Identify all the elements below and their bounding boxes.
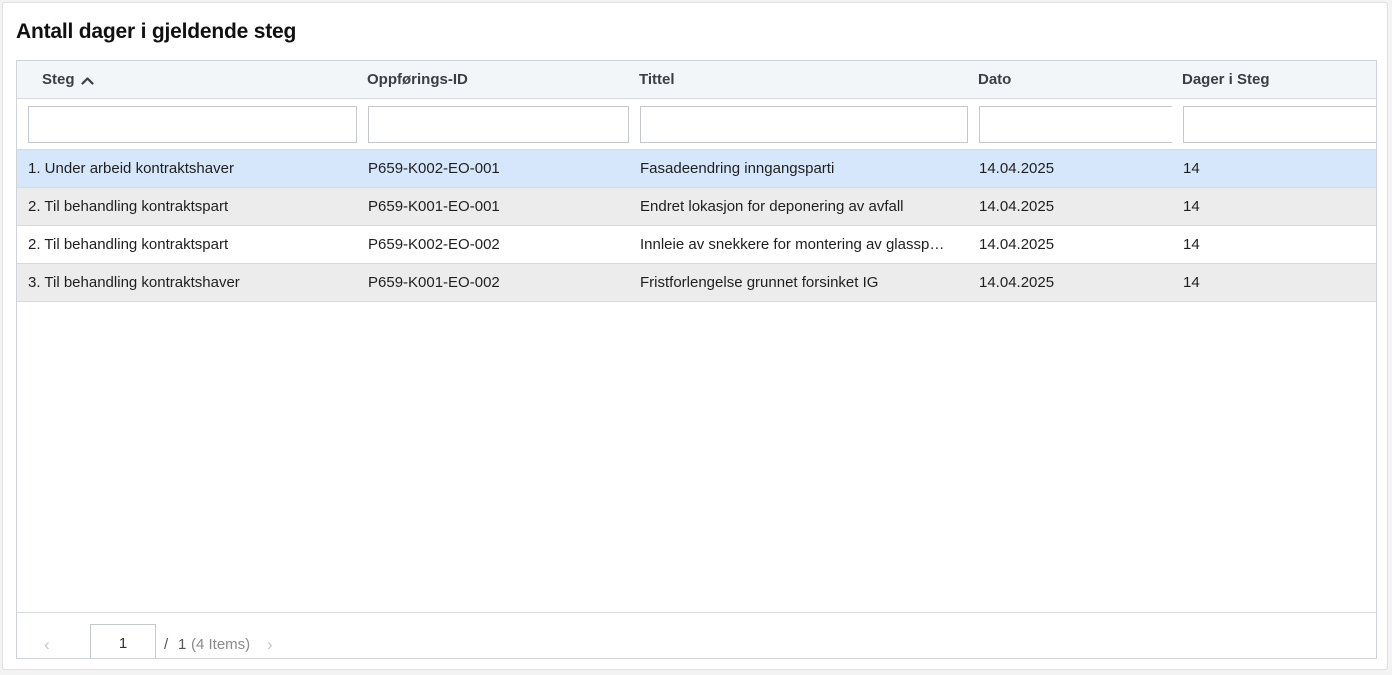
column-header-label: Steg xyxy=(42,71,75,88)
cell-oppforings-id: P659-K002-EO-002 xyxy=(368,236,500,253)
table-row[interactable]: 1. Under arbeid kontraktshaver P659-K002… xyxy=(17,150,1376,188)
column-header-steg[interactable]: Steg xyxy=(42,61,94,98)
total-pages: 1 xyxy=(178,636,187,653)
filter-input-tittel[interactable] xyxy=(640,106,968,143)
column-header-oppforings-id[interactable]: Oppførings-ID xyxy=(367,61,468,98)
cell-dato: 14.04.2025 xyxy=(979,236,1055,253)
page-number-input[interactable] xyxy=(90,624,156,658)
pagination: ‹ / 1 (4 Items) › xyxy=(17,612,1376,658)
cell-tittel: Innleie av snekkere for montering av gla… xyxy=(640,236,945,253)
panel-title: Antall dager i gjeldende steg xyxy=(16,20,297,43)
cell-steg: 3. Til behandling kontraktshaver xyxy=(28,274,240,291)
table-row[interactable]: 2. Til behandling kontraktspart P659-K00… xyxy=(17,226,1376,264)
column-header-dager-i-steg[interactable]: Dager i Steg xyxy=(1182,61,1270,98)
cell-dato: 14.04.2025 xyxy=(979,160,1055,177)
next-page-icon[interactable]: › xyxy=(267,635,273,655)
dashboard-panel: Antall dager i gjeldende steg Steg Oppfø… xyxy=(2,2,1388,670)
data-grid: Steg Oppførings-ID Tittel Dato Dager i S… xyxy=(16,60,1377,659)
cell-tittel: Endret lokasjon for deponering av avfall xyxy=(640,198,904,215)
page-separator: / xyxy=(164,636,169,653)
cell-dager-i-steg: 14 xyxy=(1183,236,1200,253)
cell-tittel: Fristforlengelse grunnet forsinket IG xyxy=(640,274,879,291)
cell-dato: 14.04.2025 xyxy=(979,198,1055,215)
column-header-tittel[interactable]: Tittel xyxy=(639,61,675,98)
cell-dager-i-steg: 14 xyxy=(1183,198,1200,215)
cell-steg: 1. Under arbeid kontraktshaver xyxy=(28,160,234,177)
filter-input-dager-i-steg[interactable] xyxy=(1183,106,1376,143)
cell-oppforings-id: P659-K001-EO-001 xyxy=(368,198,500,215)
cell-oppforings-id: P659-K001-EO-002 xyxy=(368,274,500,291)
column-header-dato[interactable]: Dato xyxy=(978,61,1011,98)
chevron-up-icon xyxy=(80,62,94,99)
cell-steg: 2. Til behandling kontraktspart xyxy=(28,198,229,215)
filter-input-steg[interactable] xyxy=(28,106,357,143)
cell-oppforings-id: P659-K002-EO-001 xyxy=(368,160,500,177)
filter-input-dato[interactable] xyxy=(979,106,1172,143)
cell-tittel: Fasadeendring inngangsparti xyxy=(640,160,835,177)
filter-input-oppforings-id[interactable] xyxy=(368,106,629,143)
cell-dager-i-steg: 14 xyxy=(1183,274,1200,291)
cell-dato: 14.04.2025 xyxy=(979,274,1055,291)
table-row[interactable]: 3. Til behandling kontraktshaver P659-K0… xyxy=(17,264,1376,302)
filter-row xyxy=(17,99,1376,150)
cell-steg: 2. Til behandling kontraktspart xyxy=(28,236,229,253)
cell-dager-i-steg: 14 xyxy=(1183,160,1200,177)
prev-page-icon[interactable]: ‹ xyxy=(44,635,50,655)
table-row[interactable]: 2. Til behandling kontraktspart P659-K00… xyxy=(17,188,1376,226)
item-count: (4 Items) xyxy=(191,636,251,653)
grid-header: Steg Oppførings-ID Tittel Dato Dager i S… xyxy=(17,61,1376,99)
